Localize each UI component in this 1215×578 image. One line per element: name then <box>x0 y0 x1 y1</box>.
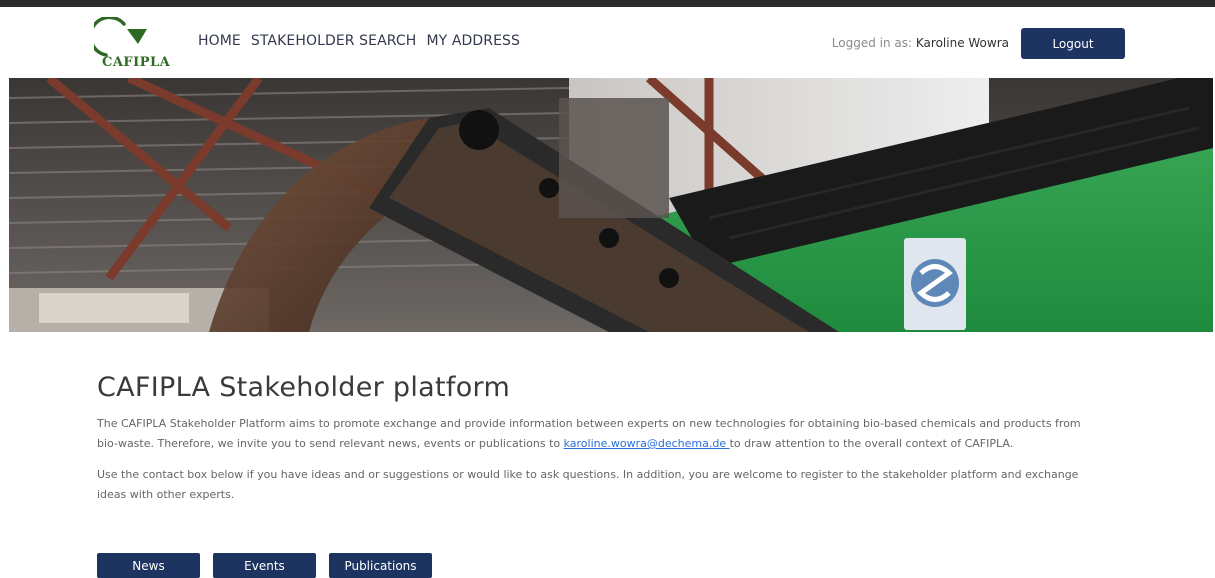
login-prefix: Logged in as: <box>831 36 916 50</box>
contact-line-1: Use the contact box below if you have id… <box>97 468 1079 481</box>
main-nav: HOME STAKEHOLDER SEARCH MY ADDRESS <box>198 33 520 49</box>
news-button[interactable]: News <box>97 553 200 578</box>
intro-line-2-after: to draw attention to the overall context… <box>729 437 1014 450</box>
contact-email-link[interactable]: karoline.wowra@dechema.de <box>564 437 730 450</box>
conveyor-photo <box>9 78 1213 332</box>
login-status: Logged in as: Karoline Wowra <box>832 36 1009 50</box>
intro-line-1: The CAFIPLA Stakeholder Platform aims to… <box>97 417 1081 430</box>
intro-paragraph: The CAFIPLA Stakeholder Platform aims to… <box>97 414 1117 454</box>
site-header: CAFIPLA HOME STAKEHOLDER SEARCH MY ADDRE… <box>0 7 1215 78</box>
contact-paragraph: Use the contact box below if you have id… <box>97 465 1117 505</box>
user-name: Karoline Wowra <box>915 36 1009 50</box>
nav-home[interactable]: HOME <box>198 33 241 49</box>
nav-my-address[interactable]: MY ADDRESS <box>426 33 520 49</box>
nav-stakeholder-search[interactable]: STAKEHOLDER SEARCH <box>251 33 417 49</box>
top-border <box>0 0 1215 7</box>
contact-line-2: ideas with other experts. <box>97 488 235 501</box>
cafipla-logo[interactable]: CAFIPLA <box>94 17 186 73</box>
events-button[interactable]: Events <box>213 553 316 578</box>
hero-banner <box>9 78 1213 332</box>
intro-line-2-before: bio-waste. Therefore, we invite you to s… <box>97 437 564 450</box>
logo-text: CAFIPLA <box>102 55 171 70</box>
publications-button[interactable]: Publications <box>329 553 432 578</box>
logout-button[interactable]: Logout <box>1021 28 1125 59</box>
page-title: CAFIPLA Stakeholder platform <box>97 372 511 403</box>
